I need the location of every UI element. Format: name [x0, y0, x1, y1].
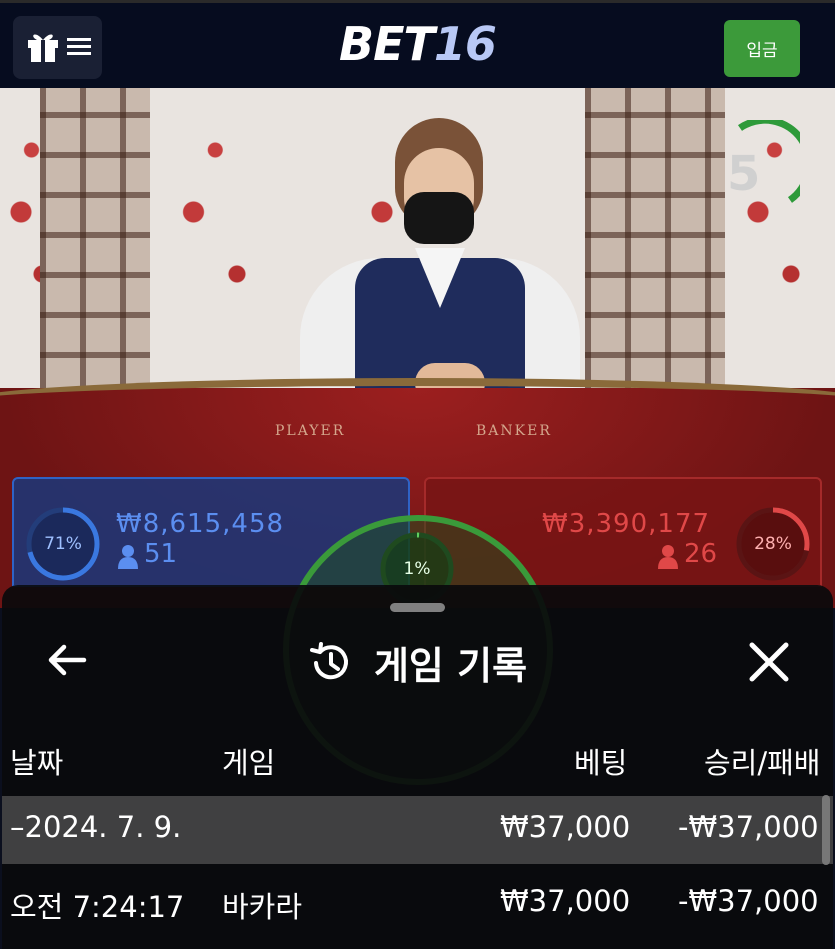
- dealer: [300, 118, 580, 428]
- column-header-result[interactable]: 승리/패배: [704, 740, 821, 782]
- banker-bettor-count: 26: [684, 539, 718, 569]
- close-icon: [749, 642, 789, 682]
- history-icon: [309, 641, 348, 679]
- brand-logo[interactable]: BET16: [0, 17, 835, 71]
- close-button[interactable]: [742, 635, 796, 689]
- player-total-amount: ₩8,615,458: [116, 509, 285, 539]
- column-header-date[interactable]: 날짜: [10, 740, 63, 782]
- row-bet: ₩37,000: [500, 884, 631, 918]
- background-panel: [150, 88, 295, 398]
- player-table-label: PLAYER: [275, 423, 346, 439]
- row-result: -₩37,000: [678, 884, 819, 918]
- countdown-number: 5: [727, 146, 761, 202]
- row-date: –2024. 7. 9.: [10, 810, 182, 844]
- player-bettor-count: 51: [144, 539, 178, 569]
- user-icon: [118, 545, 138, 573]
- logo-number: 16: [433, 17, 497, 71]
- row-bet: ₩37,000: [500, 810, 631, 844]
- drag-handle[interactable]: [390, 603, 445, 612]
- banker-table-label: BANKER: [476, 423, 552, 439]
- game-history-sheet: 게임 기록 날짜 게임 베팅 승리/패배 –2024. 7. 9. ₩37,00…: [2, 585, 833, 949]
- row-date: 오전 7:24:17: [10, 890, 185, 924]
- row-game: 바카라: [222, 890, 303, 924]
- deposit-button[interactable]: 입금: [724, 20, 800, 77]
- logo-text: BET: [339, 17, 435, 71]
- background-panel: [585, 88, 725, 398]
- sheet-title: 게임 기록: [373, 644, 528, 688]
- scrollbar[interactable]: [822, 795, 830, 865]
- table-rim: [0, 378, 835, 426]
- background-panel: [40, 88, 150, 398]
- column-header-bet[interactable]: 베팅: [574, 740, 627, 782]
- banker-percent: 28%: [754, 534, 792, 554]
- player-percent: 71%: [44, 534, 82, 554]
- banker-total-amount: ₩3,390,177: [542, 509, 711, 539]
- top-bar: BET16 입금: [0, 0, 835, 88]
- user-icon: [658, 545, 678, 573]
- column-header-game[interactable]: 게임: [222, 740, 275, 782]
- table-row[interactable]: 오전 7:24:17 바카라 ₩37,000 -₩37,000: [2, 870, 833, 938]
- table-row[interactable]: –2024. 7. 9. ₩37,000 -₩37,000: [2, 796, 833, 864]
- sheet-header: 게임 기록: [2, 635, 833, 690]
- row-result: -₩37,000: [678, 810, 819, 844]
